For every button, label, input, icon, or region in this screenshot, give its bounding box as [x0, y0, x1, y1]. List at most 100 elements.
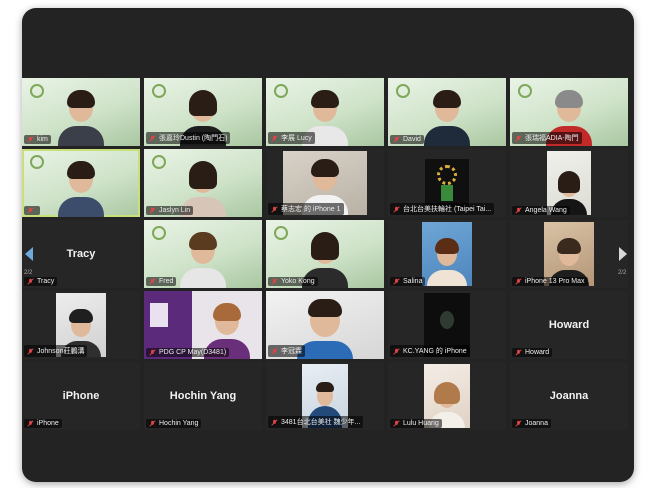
mic-muted-icon [27, 420, 34, 427]
participant-tile-iphone[interactable]: iPhone iPhone [22, 362, 140, 430]
participant-name-label: iPhone [24, 419, 62, 428]
participant-name-label: Fred [146, 277, 177, 286]
mic-muted-icon [27, 136, 34, 143]
rotary-background-logo [274, 226, 288, 240]
participant-tile-adia[interactable]: 張瑞福ADIA-陶門 [510, 78, 628, 146]
participant-center-name: Hochin Yang [169, 390, 237, 402]
rotary-background-logo [152, 155, 166, 169]
participant-tile-active-speaker[interactable] [22, 149, 140, 217]
mic-muted-icon [393, 136, 400, 143]
previous-page-button[interactable] [22, 240, 36, 268]
participant-name-label: Howard [512, 348, 553, 357]
mic-muted-icon [27, 347, 34, 355]
rotary-background-logo [518, 84, 532, 98]
rotary-background-logo [152, 84, 166, 98]
mic-muted-icon [149, 420, 156, 427]
participant-video [297, 299, 353, 359]
participant-tile-iphone-13-pro-max[interactable]: iPhone 13 Pro Max [510, 220, 628, 288]
mic-muted-icon [149, 134, 156, 142]
participant-video [58, 90, 104, 146]
participant-name-label: 台北台美扶輪社 (Taipei Tai... [390, 203, 495, 215]
rotary-background-logo [30, 155, 44, 169]
participant-tile-howard[interactable]: Howard Howard [510, 291, 628, 359]
participant-video [180, 232, 226, 288]
mic-muted-icon [271, 134, 278, 142]
participant-tile-kim[interactable]: kim [22, 78, 140, 146]
participant-name-label: 張瑞福ADIA-陶門 [512, 132, 582, 144]
mic-muted-icon [393, 278, 400, 285]
participant-tile-li[interactable]: 李冠霖 [266, 291, 384, 359]
mic-muted-icon [515, 420, 522, 427]
participant-tile-lucy[interactable]: 李展 Lucy [266, 78, 384, 146]
mic-muted-icon [515, 207, 522, 214]
rotary-background-logo [30, 84, 44, 98]
mic-muted-icon [515, 349, 522, 356]
participant-name-label: Lulu Huang [390, 419, 442, 428]
next-page-button[interactable] [616, 240, 630, 268]
participant-tile-lulu[interactable]: Lulu Huang [388, 362, 506, 430]
participant-tile-fred[interactable]: Fred [144, 220, 262, 288]
participant-tile-3481-club[interactable]: 3481台北台美社 魏少年... [266, 362, 384, 430]
participant-name-label: 蔡志宏 的 iPhone 1 [268, 203, 344, 215]
participant-name-label: Angela Wang [512, 206, 570, 215]
participant-name-label: iPhone 13 Pro Max [512, 277, 588, 286]
mic-muted-icon [271, 278, 278, 285]
chevron-left-icon [25, 247, 33, 261]
participant-name-label: Tracy [24, 277, 58, 286]
participant-tile-yoko[interactable]: Yoko Kong [266, 220, 384, 288]
participant-name-label [24, 206, 40, 215]
participant-name-label: 李展 Lucy [268, 132, 315, 144]
chevron-right-icon [619, 247, 627, 261]
participant-tile-pdg-cp-may[interactable]: PDG CP May(D3481) [144, 291, 262, 359]
participant-center-name: Tracy [66, 248, 96, 260]
participant-tile-johnson[interactable]: Johnson莊鵬溝 [22, 291, 140, 359]
participant-tile-salina[interactable]: Salina [388, 220, 506, 288]
participant-name-label: Johnson莊鵬溝 [24, 345, 88, 357]
mic-muted-icon [393, 420, 400, 427]
participant-name-label: 張嘉玲Dustin (陶門石) [146, 132, 231, 144]
rotary-background-logo [396, 84, 410, 98]
mic-muted-icon [271, 205, 278, 213]
rotary-emblem-image [425, 159, 469, 207]
participant-tile-hochin-yang[interactable]: Hochin Yang Hochin Yang [144, 362, 262, 430]
rotary-background-logo [274, 84, 288, 98]
mic-muted-icon [27, 207, 34, 214]
participant-center-name: Howard [548, 319, 590, 331]
mic-muted-icon [393, 347, 400, 355]
participant-tile-kc-yang[interactable]: KC.YANG 的 iPhone [388, 291, 506, 359]
participant-tile-dustin[interactable]: 張嘉玲Dustin (陶門石) [144, 78, 262, 146]
participant-name-label: Yoko Kong [268, 277, 318, 286]
mic-muted-icon [515, 278, 522, 285]
participant-name-label: PDG CP May(D3481) [146, 348, 230, 357]
participant-center-name: iPhone [62, 390, 100, 402]
participant-tile-taipei-club[interactable]: 台北台美扶輪社 (Taipei Tai... [388, 149, 506, 217]
mic-muted-icon [27, 278, 34, 285]
mic-muted-icon [393, 205, 400, 213]
participant-name-label: Jaslyn Lin [146, 206, 194, 215]
mic-muted-icon [515, 134, 522, 142]
zoom-gallery-window: kim 張嘉玲Dustin (陶門石) 李展 Lucy David 張瑞福ADI… [22, 8, 634, 482]
participant-name-label: Hochin Yang [146, 419, 202, 428]
participant-name-label: kim [24, 135, 51, 144]
mic-muted-icon [271, 418, 278, 426]
participant-name-label: Salina [390, 277, 426, 286]
mic-muted-icon [149, 207, 156, 214]
participant-name-label: 3481台北台美社 魏少年... [268, 416, 364, 428]
participant-tile-tracy[interactable]: Tracy Tracy [22, 220, 140, 288]
participant-name-label: 李冠霖 [268, 345, 305, 357]
mic-muted-icon [149, 349, 156, 356]
participant-video [58, 161, 104, 217]
participant-tile-angela[interactable]: Angela Wang [510, 149, 628, 217]
mic-muted-icon [149, 278, 156, 285]
participant-video [424, 90, 470, 146]
rotary-background-logo [152, 226, 166, 240]
participant-tile-david[interactable]: David [388, 78, 506, 146]
participant-tile-jaslyn[interactable]: Jaslyn Lin [144, 149, 262, 217]
participant-tile-joanna[interactable]: Joanna Joanna [510, 362, 628, 430]
participant-tile-iphone-1[interactable]: 蔡志宏 的 iPhone 1 [266, 149, 384, 217]
participant-name-label: David [390, 135, 424, 144]
page-indicator-right: 2/2 [618, 270, 627, 276]
participant-name-label: KC.YANG 的 iPhone [390, 345, 470, 357]
page-indicator-left: 2/2 [24, 270, 33, 276]
mic-muted-icon [271, 347, 278, 355]
